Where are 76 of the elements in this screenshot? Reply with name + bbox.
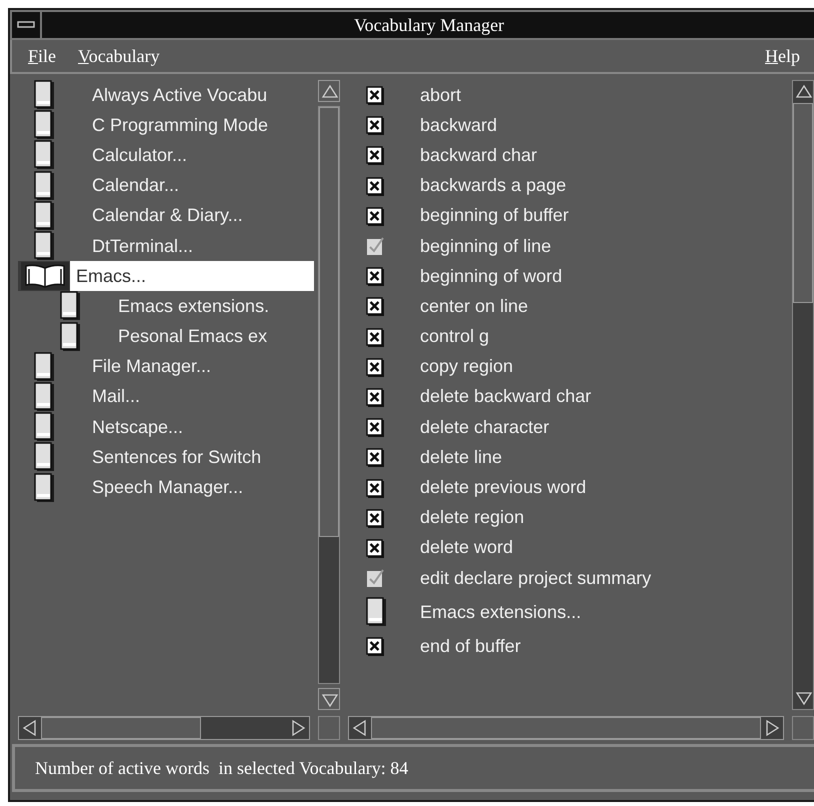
list-item[interactable]: Calendar & Diary... xyxy=(18,200,314,231)
list-item[interactable]: Speech Manager... xyxy=(18,472,314,503)
command-item[interactable]: delete character xyxy=(348,412,788,442)
minus-bar-icon xyxy=(17,21,35,29)
checkbox[interactable] xyxy=(366,84,386,106)
book-icon xyxy=(60,322,82,352)
command-item[interactable]: center on line xyxy=(348,291,788,322)
list-item[interactable]: Sentences for Switch xyxy=(18,442,314,472)
book-icon xyxy=(34,80,56,110)
command-item[interactable]: beginning of buffer xyxy=(348,200,788,231)
scrollbar-corner xyxy=(318,716,340,740)
book-icon xyxy=(34,472,56,503)
command-item[interactable]: beginning of word xyxy=(348,261,788,292)
command-item[interactable]: delete previous word xyxy=(348,472,788,503)
book-icon xyxy=(34,140,56,170)
checkbox[interactable] xyxy=(366,476,386,499)
book-icon xyxy=(34,200,56,231)
book-icon xyxy=(34,442,56,472)
checkbox[interactable] xyxy=(366,114,386,136)
scroll-down-button[interactable] xyxy=(318,688,340,710)
list-item[interactable]: DtTerminal... xyxy=(18,230,314,262)
book-icon xyxy=(34,110,56,140)
list-item[interactable]: C Programming Mode xyxy=(18,110,314,140)
list-item[interactable]: File Manager... xyxy=(18,352,314,382)
checkbox[interactable] xyxy=(366,265,386,288)
command-item[interactable]: delete word xyxy=(348,532,788,563)
scrollbar-corner xyxy=(792,716,814,740)
command-item[interactable]: control g xyxy=(348,322,788,352)
book-icon xyxy=(34,382,56,412)
menu-item[interactable]: Vocabulary xyxy=(74,42,164,70)
book-icon xyxy=(34,412,56,442)
checkbox[interactable] xyxy=(366,356,386,378)
scrollbar-thumb[interactable] xyxy=(371,717,761,739)
checkbox[interactable] xyxy=(366,386,386,408)
book-icon xyxy=(60,291,82,322)
scroll-up-button[interactable] xyxy=(318,80,340,102)
list-item[interactable]: Emacs extensions. xyxy=(18,291,314,322)
command-item[interactable]: delete line xyxy=(348,442,788,472)
menu-item[interactable]: File xyxy=(24,42,60,70)
book-icon xyxy=(34,231,56,262)
open-book-icon xyxy=(20,261,70,292)
list-item[interactable]: Pesonal Emacs ex xyxy=(18,322,314,352)
scrollbar-thumb[interactable] xyxy=(319,107,339,537)
list-item[interactable]: Always Active Vocabu xyxy=(18,80,314,110)
checkbox[interactable] xyxy=(366,204,386,227)
command-item[interactable]: abort xyxy=(348,80,788,110)
checkbox[interactable] xyxy=(366,506,386,529)
command-item[interactable]: backwards a page xyxy=(348,170,788,201)
command-item[interactable]: backward char xyxy=(348,140,788,171)
list-item[interactable]: Calendar... xyxy=(18,170,314,201)
checkbox[interactable] xyxy=(366,295,386,318)
checkbox[interactable] xyxy=(366,326,386,348)
checkbox[interactable] xyxy=(366,144,386,166)
list-item[interactable]: Emacs... xyxy=(18,261,314,292)
book-icon xyxy=(366,597,388,628)
menu-item[interactable]: Help xyxy=(761,42,804,70)
book-icon xyxy=(34,352,56,382)
checkbox[interactable] xyxy=(366,416,386,438)
scrollbar-thumb[interactable] xyxy=(41,717,201,739)
command-item[interactable]: Emacs extensions... xyxy=(348,593,788,632)
checkbox[interactable] xyxy=(366,635,386,658)
list-item[interactable]: Mail... xyxy=(18,382,314,412)
command-item[interactable]: end of buffer xyxy=(348,631,788,662)
command-item[interactable]: copy region xyxy=(348,352,788,382)
list-item[interactable]: Calculator... xyxy=(18,140,314,171)
checkbox[interactable] xyxy=(366,174,386,197)
scrollbar-thumb[interactable] xyxy=(793,103,813,303)
status-bar: Number of active words in selected Vocabulary: 84 xyxy=(12,744,814,792)
checkbox[interactable] xyxy=(366,446,386,468)
command-item[interactable]: delete region xyxy=(348,502,788,533)
list-item[interactable]: Netscape... xyxy=(18,412,314,442)
book-icon xyxy=(34,170,56,201)
checkbox[interactable] xyxy=(366,536,386,559)
window-title: Vocabulary Manager xyxy=(352,14,506,37)
command-item[interactable]: delete backward char xyxy=(348,382,788,412)
command-item[interactable]: backward xyxy=(348,110,788,140)
